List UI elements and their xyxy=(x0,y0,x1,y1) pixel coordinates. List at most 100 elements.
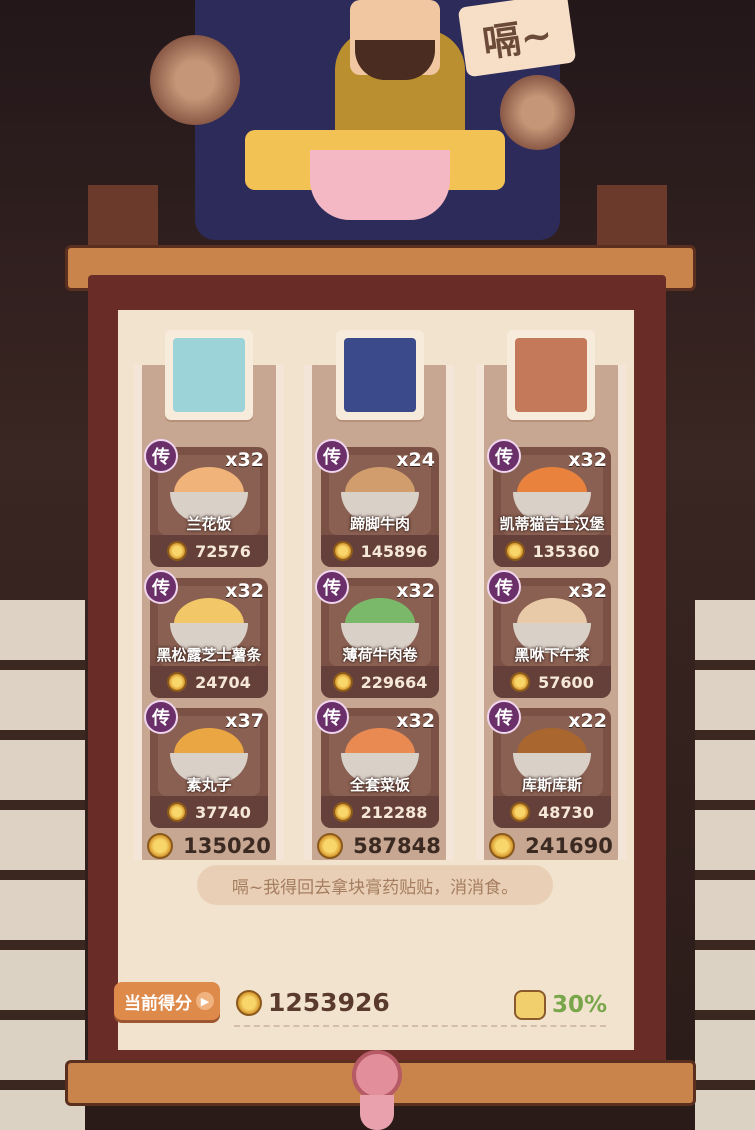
table-cloth xyxy=(310,150,450,220)
dish-card[interactable]: 传 x32 黑咻下午茶 57600 xyxy=(487,570,611,698)
dish-count: x32 xyxy=(396,580,435,602)
portrait-dark-haired-hero-icon xyxy=(344,338,416,412)
dish-price-value: 212288 xyxy=(360,802,428,822)
legendary-badge: 传 xyxy=(144,570,178,604)
legendary-badge: 传 xyxy=(315,570,349,604)
dish-price: 145896 xyxy=(321,535,439,567)
character-portrait-1[interactable] xyxy=(165,330,253,420)
coin-icon xyxy=(504,541,525,561)
dish-card[interactable]: 传 x32 凯蒂猫吉士汉堡 135360 xyxy=(487,439,611,567)
dialog-text: 嗝~我得回去拿块膏药贴贴，消消食。 xyxy=(197,865,553,905)
portrait-bear-character-icon xyxy=(515,338,587,412)
dish-count: x32 xyxy=(568,580,607,602)
coin-icon xyxy=(510,802,531,822)
chinese-knot-icon xyxy=(342,1045,412,1130)
dish-price: 212288 xyxy=(321,796,439,828)
dish-name: 黑松露芝士薯条 xyxy=(156,646,262,664)
bonus-percent: 30% xyxy=(514,990,607,1020)
knot-loop xyxy=(352,1050,402,1100)
character-portrait-2[interactable] xyxy=(336,330,424,420)
dish-count: x32 xyxy=(396,710,435,732)
character-portrait-3[interactable] xyxy=(507,330,595,420)
coin-icon xyxy=(489,833,516,859)
dish-price: 48730 xyxy=(493,796,611,828)
dish-card[interactable]: 传 x32 兰花饭 72576 xyxy=(144,439,268,567)
dish-price-value: 135360 xyxy=(532,541,600,561)
dish-price: 37740 xyxy=(150,796,268,828)
play-arrow-icon: ▶ xyxy=(196,992,214,1010)
bonus-pot-icon xyxy=(514,990,546,1020)
dish-count: x37 xyxy=(225,710,264,732)
coin-icon xyxy=(332,802,353,822)
dish-price-value: 57600 xyxy=(538,672,594,692)
fan-left-icon xyxy=(150,35,240,125)
score-value: 1253926 xyxy=(268,988,390,1017)
railing-right xyxy=(597,185,667,245)
current-score-label: 当前得分 xyxy=(124,993,192,1014)
dish-card[interactable]: 传 x37 素丸子 37740 xyxy=(144,700,268,828)
coin-icon xyxy=(167,672,188,692)
coin-icon xyxy=(332,672,353,692)
legendary-badge: 传 xyxy=(144,439,178,473)
column-total-value: 135020 xyxy=(183,834,271,858)
coin-icon xyxy=(167,802,188,822)
dish-price-value: 24704 xyxy=(195,672,251,692)
column-total-2: 587848 xyxy=(308,830,450,862)
dish-price: 57600 xyxy=(493,666,611,698)
dish-card[interactable]: 传 x32 全套菜饭 212288 xyxy=(315,700,439,828)
legendary-badge: 传 xyxy=(315,439,349,473)
current-score-button[interactable]: 当前得分 ▶ xyxy=(114,982,220,1020)
portrait-blonde-heroine-icon xyxy=(173,338,245,412)
legendary-badge: 传 xyxy=(144,700,178,734)
dish-price-value: 72576 xyxy=(195,541,251,561)
dish-name: 素丸子 xyxy=(186,776,232,794)
coin-icon xyxy=(167,541,188,561)
dish-count: x32 xyxy=(568,449,607,471)
dish-count: x32 xyxy=(225,580,264,602)
dish-price-value: 145896 xyxy=(360,541,428,561)
dish-price: 135360 xyxy=(493,535,611,567)
legendary-badge: 传 xyxy=(487,570,521,604)
shoji-screen-left xyxy=(0,600,85,1130)
dish-name: 黑咻下午茶 xyxy=(514,646,590,664)
dashed-divider xyxy=(234,1025,606,1027)
knot-tassel xyxy=(360,1095,394,1130)
coin-icon xyxy=(236,989,262,1016)
percent-value: 30% xyxy=(552,992,608,1018)
dish-price: 24704 xyxy=(150,666,268,698)
coin-icon xyxy=(317,833,344,859)
shoji-screen-right xyxy=(695,600,755,1130)
railing-left xyxy=(88,185,158,245)
coin-icon xyxy=(147,833,174,859)
dish-count: x32 xyxy=(225,449,264,471)
coin-icon xyxy=(510,672,531,692)
dish-price-value: 37740 xyxy=(195,802,251,822)
score-display: 1253926 xyxy=(236,988,390,1017)
column-pole xyxy=(304,365,312,860)
column-total-1: 135020 xyxy=(138,830,280,862)
dish-name: 蹄脚牛肉 xyxy=(349,515,410,533)
dish-name: 薄荷牛肉卷 xyxy=(342,646,418,664)
coin-icon xyxy=(332,541,353,561)
dish-name: 全套菜饭 xyxy=(349,776,410,794)
column-pole xyxy=(276,365,284,860)
dish-name: 兰花饭 xyxy=(186,515,232,533)
dish-name: 库斯库斯 xyxy=(521,776,582,794)
fan-right-icon xyxy=(500,75,575,150)
dish-price-value: 48730 xyxy=(538,802,594,822)
legendary-badge: 传 xyxy=(315,700,349,734)
dish-name: 凯蒂猫吉士汉堡 xyxy=(499,515,605,533)
dish-card[interactable]: 传 x22 库斯库斯 48730 xyxy=(487,700,611,828)
column-total-value: 587848 xyxy=(353,834,441,858)
dish-price: 229664 xyxy=(321,666,439,698)
column-total-value: 241690 xyxy=(525,834,613,858)
dish-count: x22 xyxy=(568,710,607,732)
dish-card[interactable]: 传 x32 薄荷牛肉卷 229664 xyxy=(315,570,439,698)
dish-card[interactable]: 传 x24 蹄脚牛肉 145896 xyxy=(315,439,439,567)
dish-count: x24 xyxy=(396,449,435,471)
dish-card[interactable]: 传 x32 黑松露芝士薯条 24704 xyxy=(144,570,268,698)
column-pole xyxy=(446,365,454,860)
column-pole xyxy=(476,365,484,860)
column-pole xyxy=(134,365,142,860)
legendary-badge: 传 xyxy=(487,700,521,734)
